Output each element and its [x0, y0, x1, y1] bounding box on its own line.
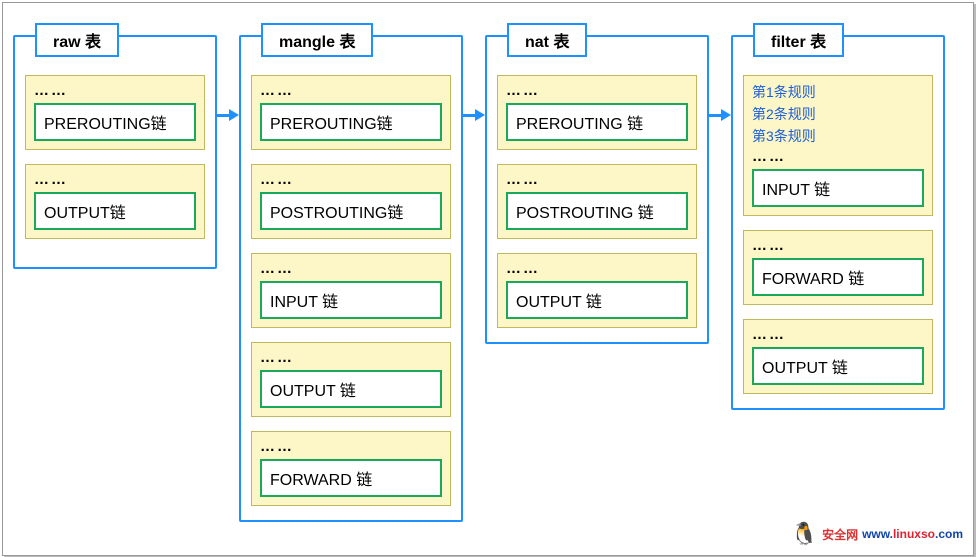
table-title: raw 表 — [35, 23, 119, 57]
chain-label: PREROUTING链 — [260, 103, 442, 141]
diagram-canvas: raw 表 …… PREROUTING链 …… OUTPUT链 mangle 表… — [3, 3, 973, 542]
chain-label: OUTPUT 链 — [752, 347, 924, 385]
chain-output: …… OUTPUT 链 — [743, 319, 933, 394]
chain-label: POSTROUTING 链 — [506, 192, 688, 230]
ellipsis: …… — [752, 148, 924, 165]
chain-prerouting: …… PREROUTING 链 — [497, 75, 697, 150]
ellipsis: …… — [752, 326, 924, 343]
arrow-icon — [463, 111, 485, 121]
chain-label: FORWARD 链 — [260, 459, 442, 497]
rule-1: 第1条规则 — [752, 82, 924, 102]
chain-input: …… INPUT 链 — [251, 253, 451, 328]
ellipsis: …… — [260, 260, 442, 277]
chain-label: OUTPUT 链 — [506, 281, 688, 319]
chain-output: …… OUTPUT链 — [25, 164, 205, 239]
ellipsis: …… — [506, 171, 688, 188]
chain-prerouting: …… PREROUTING链 — [251, 75, 451, 150]
ellipsis: …… — [260, 171, 442, 188]
chain-prerouting: …… PREROUTING链 — [25, 75, 205, 150]
chain-forward: …… FORWARD 链 — [251, 431, 451, 506]
arrow-col — [463, 23, 485, 121]
table-filter: filter 表 第1条规则 第2条规则 第3条规则 …… INPUT 链 ……… — [731, 35, 945, 410]
rule-2: 第2条规则 — [752, 104, 924, 124]
watermark-domain: linuxso — [893, 527, 935, 541]
ellipsis: …… — [752, 237, 924, 254]
chain-label: OUTPUT链 — [34, 192, 196, 230]
watermark-prefix: www. — [862, 527, 893, 541]
ellipsis: …… — [506, 260, 688, 277]
table-mangle: mangle 表 …… PREROUTING链 …… POSTROUTING链 … — [239, 35, 463, 522]
table-raw: raw 表 …… PREROUTING链 …… OUTPUT链 — [13, 35, 217, 269]
chain-output: …… OUTPUT 链 — [497, 253, 697, 328]
arrow-col — [709, 23, 731, 121]
chain-output: …… OUTPUT 链 — [251, 342, 451, 417]
table-title: mangle 表 — [261, 23, 373, 57]
rule-3: 第3条规则 — [752, 126, 924, 146]
ellipsis: …… — [260, 82, 442, 99]
ellipsis: …… — [34, 82, 196, 99]
chain-label: INPUT 链 — [260, 281, 442, 319]
arrow-icon — [217, 111, 239, 121]
watermark-brand: 安全网 — [822, 526, 858, 543]
ellipsis: …… — [34, 171, 196, 188]
table-title: nat 表 — [507, 23, 587, 57]
penguin-icon: 🐧 — [791, 521, 818, 547]
chain-postrouting: …… POSTROUTING链 — [251, 164, 451, 239]
chain-label: PREROUTING 链 — [506, 103, 688, 141]
arrow-icon — [709, 111, 731, 121]
ellipsis: …… — [260, 438, 442, 455]
watermark-suffix: .com — [935, 527, 963, 541]
chain-label: FORWARD 链 — [752, 258, 924, 296]
ellipsis: …… — [260, 349, 442, 366]
arrow-col — [217, 23, 239, 121]
chain-input: 第1条规则 第2条规则 第3条规则 …… INPUT 链 — [743, 75, 933, 216]
watermark: 🐧 安全网 www.linuxso.com — [791, 521, 963, 547]
ellipsis: …… — [506, 82, 688, 99]
chain-label: OUTPUT 链 — [260, 370, 442, 408]
chain-label: POSTROUTING链 — [260, 192, 442, 230]
chain-label: PREROUTING链 — [34, 103, 196, 141]
chain-postrouting: …… POSTROUTING 链 — [497, 164, 697, 239]
chain-label: INPUT 链 — [752, 169, 924, 207]
table-title: filter 表 — [753, 23, 844, 57]
chain-forward: …… FORWARD 链 — [743, 230, 933, 305]
table-nat: nat 表 …… PREROUTING 链 …… POSTROUTING 链 …… — [485, 35, 709, 344]
